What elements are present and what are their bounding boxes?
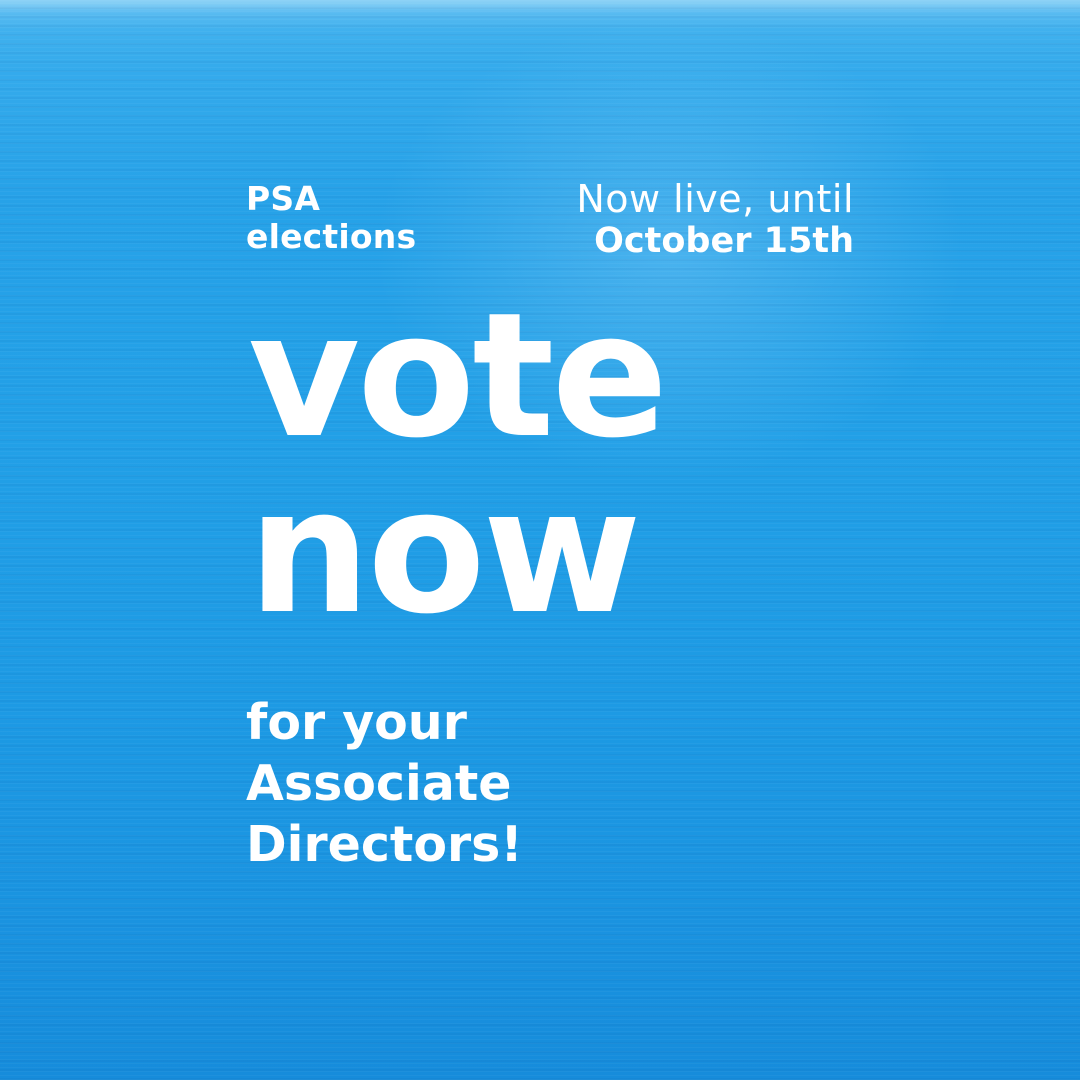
headline-vote: vote (248, 275, 668, 476)
event-name: elections (246, 217, 417, 256)
subheadline: for your Associate Directors! (246, 692, 523, 875)
live-status: Now live, until (576, 177, 854, 221)
subheadline-line-3: Directors! (246, 816, 523, 873)
deadline-date: October 15th (594, 221, 854, 261)
headline: vote now (248, 275, 668, 652)
event-org: PSA (246, 179, 321, 218)
subheadline-line-2: Associate (246, 755, 512, 812)
subheadline-line-1: for your (246, 694, 467, 751)
voting-period: Now live, until October 15th (576, 178, 854, 262)
event-title: PSA elections (246, 180, 416, 256)
headline-now: now (248, 451, 642, 652)
ocean-background: PSA elections Now live, until October 15… (0, 0, 1080, 1080)
